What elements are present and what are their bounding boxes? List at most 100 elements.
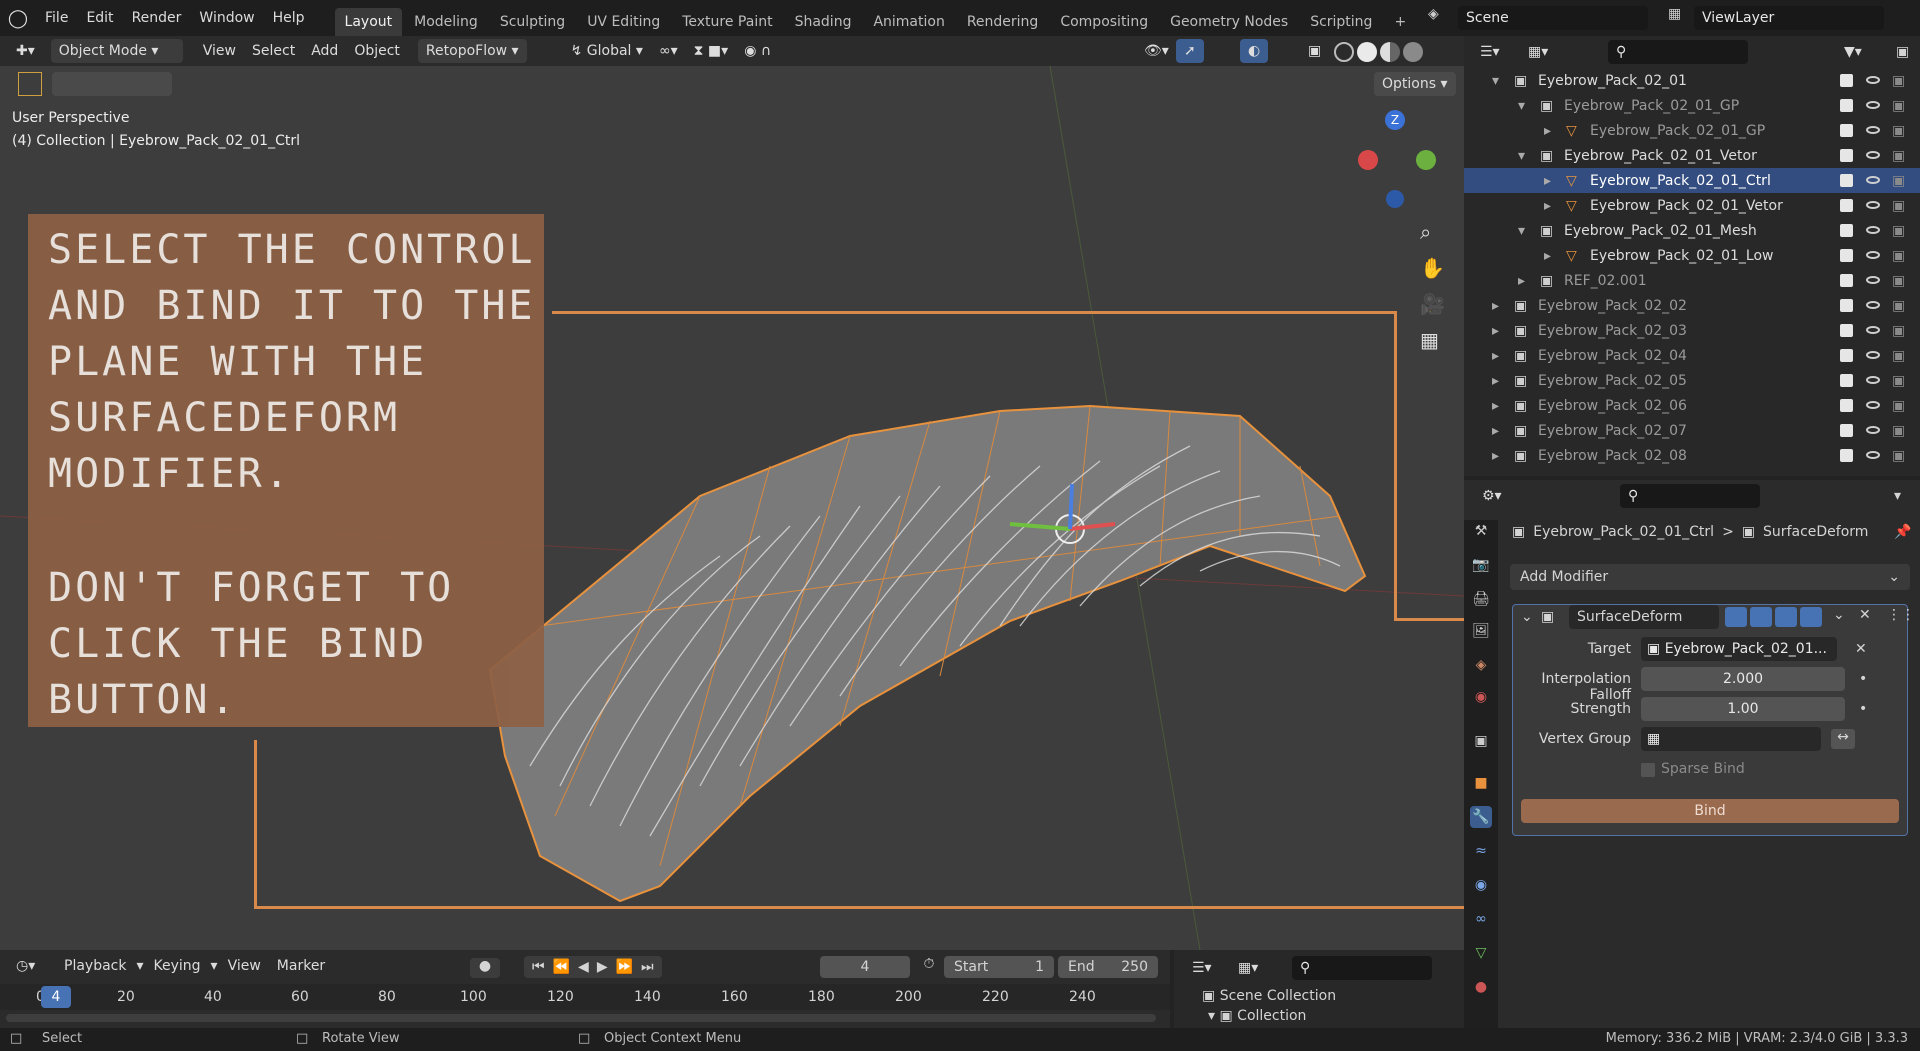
new-collection-icon[interactable]: ▣ — [1896, 44, 1909, 60]
transform-orientation-select[interactable]: ↯ Global ▾ — [563, 39, 651, 63]
expand-arrow-icon[interactable]: ▸ — [1492, 398, 1499, 414]
visibility-eye-icon[interactable] — [1866, 226, 1880, 234]
outliner-row[interactable]: ▸ ▣ REF_02.001 ▣ — [1464, 268, 1920, 293]
tab-modeling[interactable]: Modeling — [404, 8, 488, 36]
menu-view[interactable]: View — [195, 39, 244, 63]
render-camera-icon[interactable]: ▣ — [1892, 198, 1905, 214]
expand-arrow-icon[interactable]: ▸ — [1544, 248, 1551, 264]
zoom-icon[interactable]: ⌕ — [1420, 220, 1431, 244]
clear-target-icon[interactable]: ✕ — [1855, 641, 1867, 657]
visibility-eye-icon[interactable] — [1866, 151, 1880, 159]
visibility-eye-icon[interactable] — [1866, 101, 1880, 109]
exclude-checkbox[interactable] — [1840, 349, 1853, 362]
visibility-eye-icon[interactable] — [1866, 251, 1880, 259]
tab-scripting[interactable]: Scripting — [1300, 8, 1382, 36]
data-tab-icon[interactable]: ▽ — [1470, 942, 1492, 964]
render-camera-icon[interactable]: ▣ — [1892, 123, 1905, 139]
tab-geometry-nodes[interactable]: Geometry Nodes — [1160, 8, 1298, 36]
tab-uv-editing[interactable]: UV Editing — [577, 8, 670, 36]
outliner-row[interactable]: ▸ ▽ Eyebrow_Pack_02_01_Ctrl ▣ — [1464, 168, 1920, 193]
physics-tab-icon[interactable]: ◉ — [1470, 874, 1492, 896]
render-camera-icon[interactable]: ▣ — [1892, 373, 1905, 389]
scene-field[interactable]: Scene — [1458, 6, 1648, 30]
exclude-checkbox[interactable] — [1840, 74, 1853, 87]
scene-collection-row[interactable]: ▣ Scene Collection — [1202, 988, 1336, 1004]
viewport-toggle-icon[interactable] — [1775, 607, 1797, 627]
selection-mode-icons[interactable] — [52, 72, 172, 96]
outliner-search-field[interactable]: ⚲ — [1608, 40, 1748, 64]
exclude-checkbox[interactable] — [1840, 99, 1853, 112]
properties-options-icon[interactable]: ▾ — [1894, 488, 1901, 504]
modifier-name-field[interactable]: SurfaceDeform — [1569, 605, 1719, 629]
ortho-grid-icon[interactable]: ▦ — [1420, 328, 1439, 352]
gizmo-x-axis[interactable] — [1358, 150, 1378, 170]
outliner-row[interactable]: ▸ ▣ Eyebrow_Pack_02_06 ▣ — [1464, 393, 1920, 418]
collection-tab-icon[interactable]: ▣ — [1470, 730, 1492, 752]
outliner-row[interactable]: ▸ ▽ Eyebrow_Pack_02_01_Vetor ▣ — [1464, 193, 1920, 218]
material-shading-icon[interactable] — [1380, 42, 1400, 62]
exclude-checkbox[interactable] — [1840, 124, 1853, 137]
outliner-row[interactable]: ▸ ▣ Eyebrow_Pack_02_05 ▣ — [1464, 368, 1920, 393]
prev-keyframe-icon[interactable]: ⏪ — [553, 959, 570, 975]
bottom-outliner-editor-icon[interactable]: ☰▾ — [1184, 956, 1220, 980]
visibility-eye-icon[interactable] — [1866, 351, 1880, 359]
timeline-scrollbar[interactable] — [6, 1014, 1156, 1022]
expand-arrow-icon[interactable]: ▸ — [1492, 373, 1499, 389]
exclude-checkbox[interactable] — [1840, 299, 1853, 312]
render-camera-icon[interactable]: ▣ — [1892, 398, 1905, 414]
outliner-row[interactable]: ▸ ▣ Eyebrow_Pack_02_02 ▣ — [1464, 293, 1920, 318]
expand-arrow-icon[interactable]: ▾ — [1492, 73, 1499, 89]
view-layer-icon[interactable]: ▦ — [1668, 6, 1690, 22]
blender-logo-icon[interactable]: ◯ — [0, 0, 36, 36]
exclude-checkbox[interactable] — [1840, 199, 1853, 212]
render-camera-icon[interactable]: ▣ — [1892, 223, 1905, 239]
expand-arrow-icon[interactable]: ▸ — [1544, 173, 1551, 189]
visibility-icon[interactable]: 👁▾ — [1136, 39, 1177, 63]
jump-end-icon[interactable]: ⏭ — [641, 959, 654, 975]
visibility-eye-icon[interactable] — [1866, 276, 1880, 284]
menu-edit[interactable]: Edit — [77, 0, 122, 36]
jump-start-icon[interactable]: ⏮ — [532, 959, 545, 975]
gizmo-neg-z-axis[interactable] — [1386, 190, 1404, 208]
outliner-display-mode-icon[interactable]: ▦▾ — [1520, 40, 1556, 64]
visibility-eye-icon[interactable] — [1866, 301, 1880, 309]
visibility-eye-icon[interactable] — [1866, 451, 1880, 459]
expand-arrow-icon[interactable]: ▸ — [1518, 273, 1525, 289]
output-tab-icon[interactable]: 🖨 — [1470, 588, 1492, 610]
render-camera-icon[interactable]: ▣ — [1892, 173, 1905, 189]
record-icon[interactable]: ● — [470, 958, 500, 978]
world-tab-icon[interactable]: ◉ — [1470, 686, 1492, 708]
render-camera-icon[interactable]: ▣ — [1892, 298, 1905, 314]
menu-help[interactable]: Help — [264, 0, 314, 36]
mode-select[interactable]: Object Mode ▾ — [50, 39, 183, 63]
exclude-checkbox[interactable] — [1840, 249, 1853, 262]
pan-hand-icon[interactable]: ✋ — [1420, 256, 1445, 280]
start-frame-field[interactable]: Start 1 — [944, 956, 1054, 978]
expand-arrow-icon[interactable]: ▸ — [1544, 123, 1551, 139]
gizmo-z-axis[interactable]: Z — [1385, 110, 1405, 130]
exclude-checkbox[interactable] — [1840, 374, 1853, 387]
gizmo-icon[interactable]: ➚ — [1176, 39, 1204, 63]
snap-icon[interactable]: ⧗ ■▾ — [686, 39, 737, 63]
options-button[interactable]: Options ▾ — [1374, 72, 1456, 96]
outliner-row[interactable]: ▸ ▣ Eyebrow_Pack_02_04 ▣ — [1464, 343, 1920, 368]
menu-view-timeline[interactable]: View — [220, 954, 269, 978]
outliner-row[interactable]: ▸ ▽ Eyebrow_Pack_02_01_GP ▣ — [1464, 118, 1920, 143]
visibility-eye-icon[interactable] — [1866, 176, 1880, 184]
exclude-checkbox[interactable] — [1840, 174, 1853, 187]
tab-layout[interactable]: Layout — [334, 8, 403, 36]
falloff-keyframe-icon[interactable]: • — [1859, 671, 1867, 687]
render-camera-icon[interactable]: ▣ — [1892, 448, 1905, 464]
xray-icon[interactable]: ▣ — [1300, 39, 1329, 63]
wireframe-shading-icon[interactable] — [1334, 42, 1354, 62]
play-reverse-icon[interactable]: ◀ — [578, 959, 589, 975]
expand-arrow-icon[interactable]: ▸ — [1492, 348, 1499, 364]
menu-object[interactable]: Object — [346, 39, 408, 63]
visibility-eye-icon[interactable] — [1866, 126, 1880, 134]
stopwatch-icon[interactable]: ⏱ — [918, 956, 940, 978]
expand-arrow-icon[interactable]: ▾ — [1518, 148, 1525, 164]
render-camera-icon[interactable]: ▣ — [1892, 273, 1905, 289]
falloff-field[interactable]: 2.000 — [1641, 667, 1845, 691]
object-tab-icon[interactable]: ■ — [1470, 772, 1492, 794]
strength-keyframe-icon[interactable]: • — [1859, 701, 1867, 717]
